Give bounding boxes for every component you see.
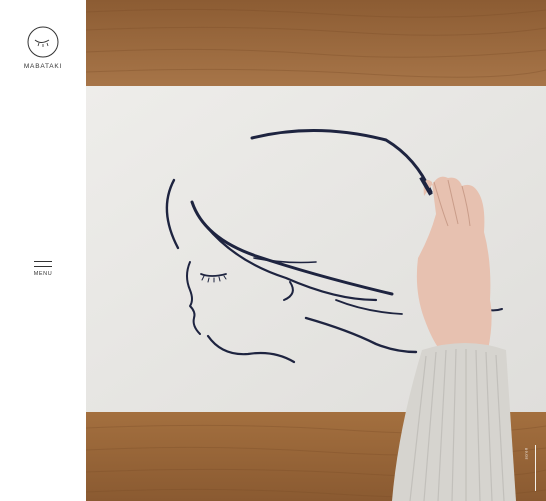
- scroll-line: [535, 445, 536, 491]
- brand-logo[interactable]: MABATAKI: [18, 22, 68, 74]
- menu-label: MENU: [33, 271, 53, 277]
- sidebar: MABATAKI MENU: [0, 0, 86, 501]
- scroll-indicator[interactable]: scroll: [523, 445, 538, 491]
- hamburger-icon: [34, 261, 52, 267]
- logo-text: MABATAKI: [23, 63, 63, 70]
- menu-button[interactable]: MENU: [26, 258, 60, 288]
- hero-illustration: [86, 0, 546, 501]
- closed-eye-logo-icon: [27, 26, 59, 58]
- scroll-label: scroll: [523, 447, 529, 460]
- hero-visual: scroll: [86, 0, 546, 501]
